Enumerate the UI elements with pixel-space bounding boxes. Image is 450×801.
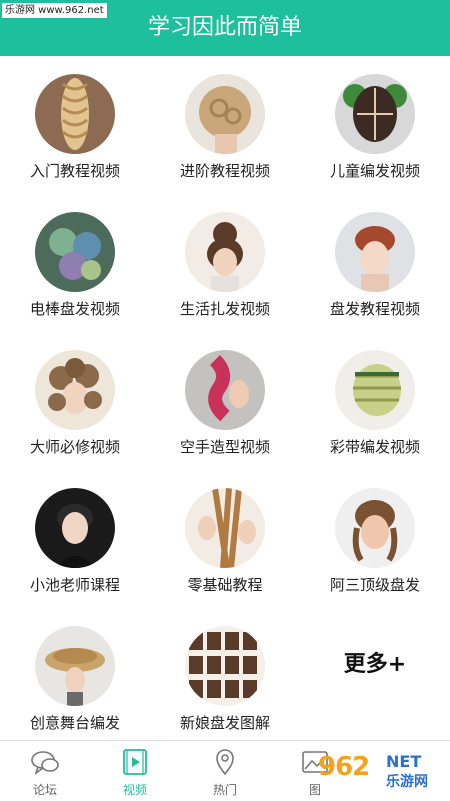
category-item[interactable]: 彩带编发视频 [300,332,450,470]
teacher-portrait-thumbnail [35,488,115,568]
braid-tutorial-thumbnail [35,74,115,154]
kids-braid-thumbnail [335,74,415,154]
category-item[interactable]: 大师必修视频 [0,332,150,470]
category-label: 新娘盘发图解 [179,714,270,732]
category-label: 空手造型视频 [179,438,270,456]
category-label: 创意舞台编发 [29,714,120,732]
category-label: 电棒盘发视频 [29,300,120,318]
brand-watermark-logo: 962 NET 乐游网 [318,750,446,794]
category-grid: 入门教程视频 进阶教程视频 儿童编发视频 电棒盘发视频 生活扎发视频 盘发教程视… [0,56,450,740]
category-item[interactable]: 儿童编发视频 [300,56,450,194]
category-label: 生活扎发视频 [179,300,270,318]
everyday-bun-thumbnail [185,212,265,292]
mannequin-updo-thumbnail [335,488,415,568]
chat-bubble-icon [30,747,60,777]
category-label: 零基础教程 [187,576,263,594]
category-label: 彩带编发视频 [329,438,420,456]
category-item[interactable]: 进阶教程视频 [150,56,300,194]
hand-styling-thumbnail [185,350,265,430]
brand-number: 962 [318,752,370,782]
category-label: 小池老师课程 [29,576,120,594]
stage-braid-thumbnail [35,626,115,706]
category-item[interactable]: 电棒盘发视频 [0,194,150,332]
category-label: 儿童编发视频 [329,162,420,180]
category-item[interactable]: 新娘盘发图解 [150,608,300,746]
location-pin-icon [210,747,240,777]
category-item[interactable]: 空手造型视频 [150,332,300,470]
tab-label: 论坛 [32,783,57,797]
category-item[interactable]: 生活扎发视频 [150,194,300,332]
category-label: 入门教程视频 [29,162,120,180]
video-icon [120,747,150,777]
category-label: 阿三顶级盘发 [329,576,420,594]
tab-hot[interactable]: 热门 [180,741,270,801]
bridal-diagram-thumbnail [185,626,265,706]
updo-tutorial-thumbnail [335,212,415,292]
advanced-updo-thumbnail [185,74,265,154]
master-curls-thumbnail [35,350,115,430]
tab-label: 热门 [212,783,237,797]
category-label: 盘发教程视频 [329,300,420,318]
brand-net: NET [386,752,422,771]
category-item[interactable]: 盘发教程视频 [300,194,450,332]
category-item[interactable]: 小池老师课程 [0,470,150,608]
watermark: 乐游网 www.962.net [2,3,107,18]
more-button[interactable]: 更多+ [300,608,450,746]
tab-forum[interactable]: 论坛 [0,741,90,801]
category-item[interactable]: 创意舞台编发 [0,608,150,746]
category-item[interactable]: 阿三顶级盘发 [300,470,450,608]
tab-label: 视频 [122,783,147,797]
beginner-braid-thumbnail [185,488,265,568]
tab-video[interactable]: 视频 [90,741,180,801]
category-label: 进阶教程视频 [179,162,270,180]
ribbon-braid-thumbnail [335,350,415,430]
category-label: 大师必修视频 [29,438,120,456]
category-item[interactable]: 入门教程视频 [0,56,150,194]
brand-cn: 乐游网 [386,774,428,790]
more-label: 更多+ [343,652,407,677]
category-item[interactable]: 零基础教程 [150,470,300,608]
curling-iron-thumbnail [35,212,115,292]
